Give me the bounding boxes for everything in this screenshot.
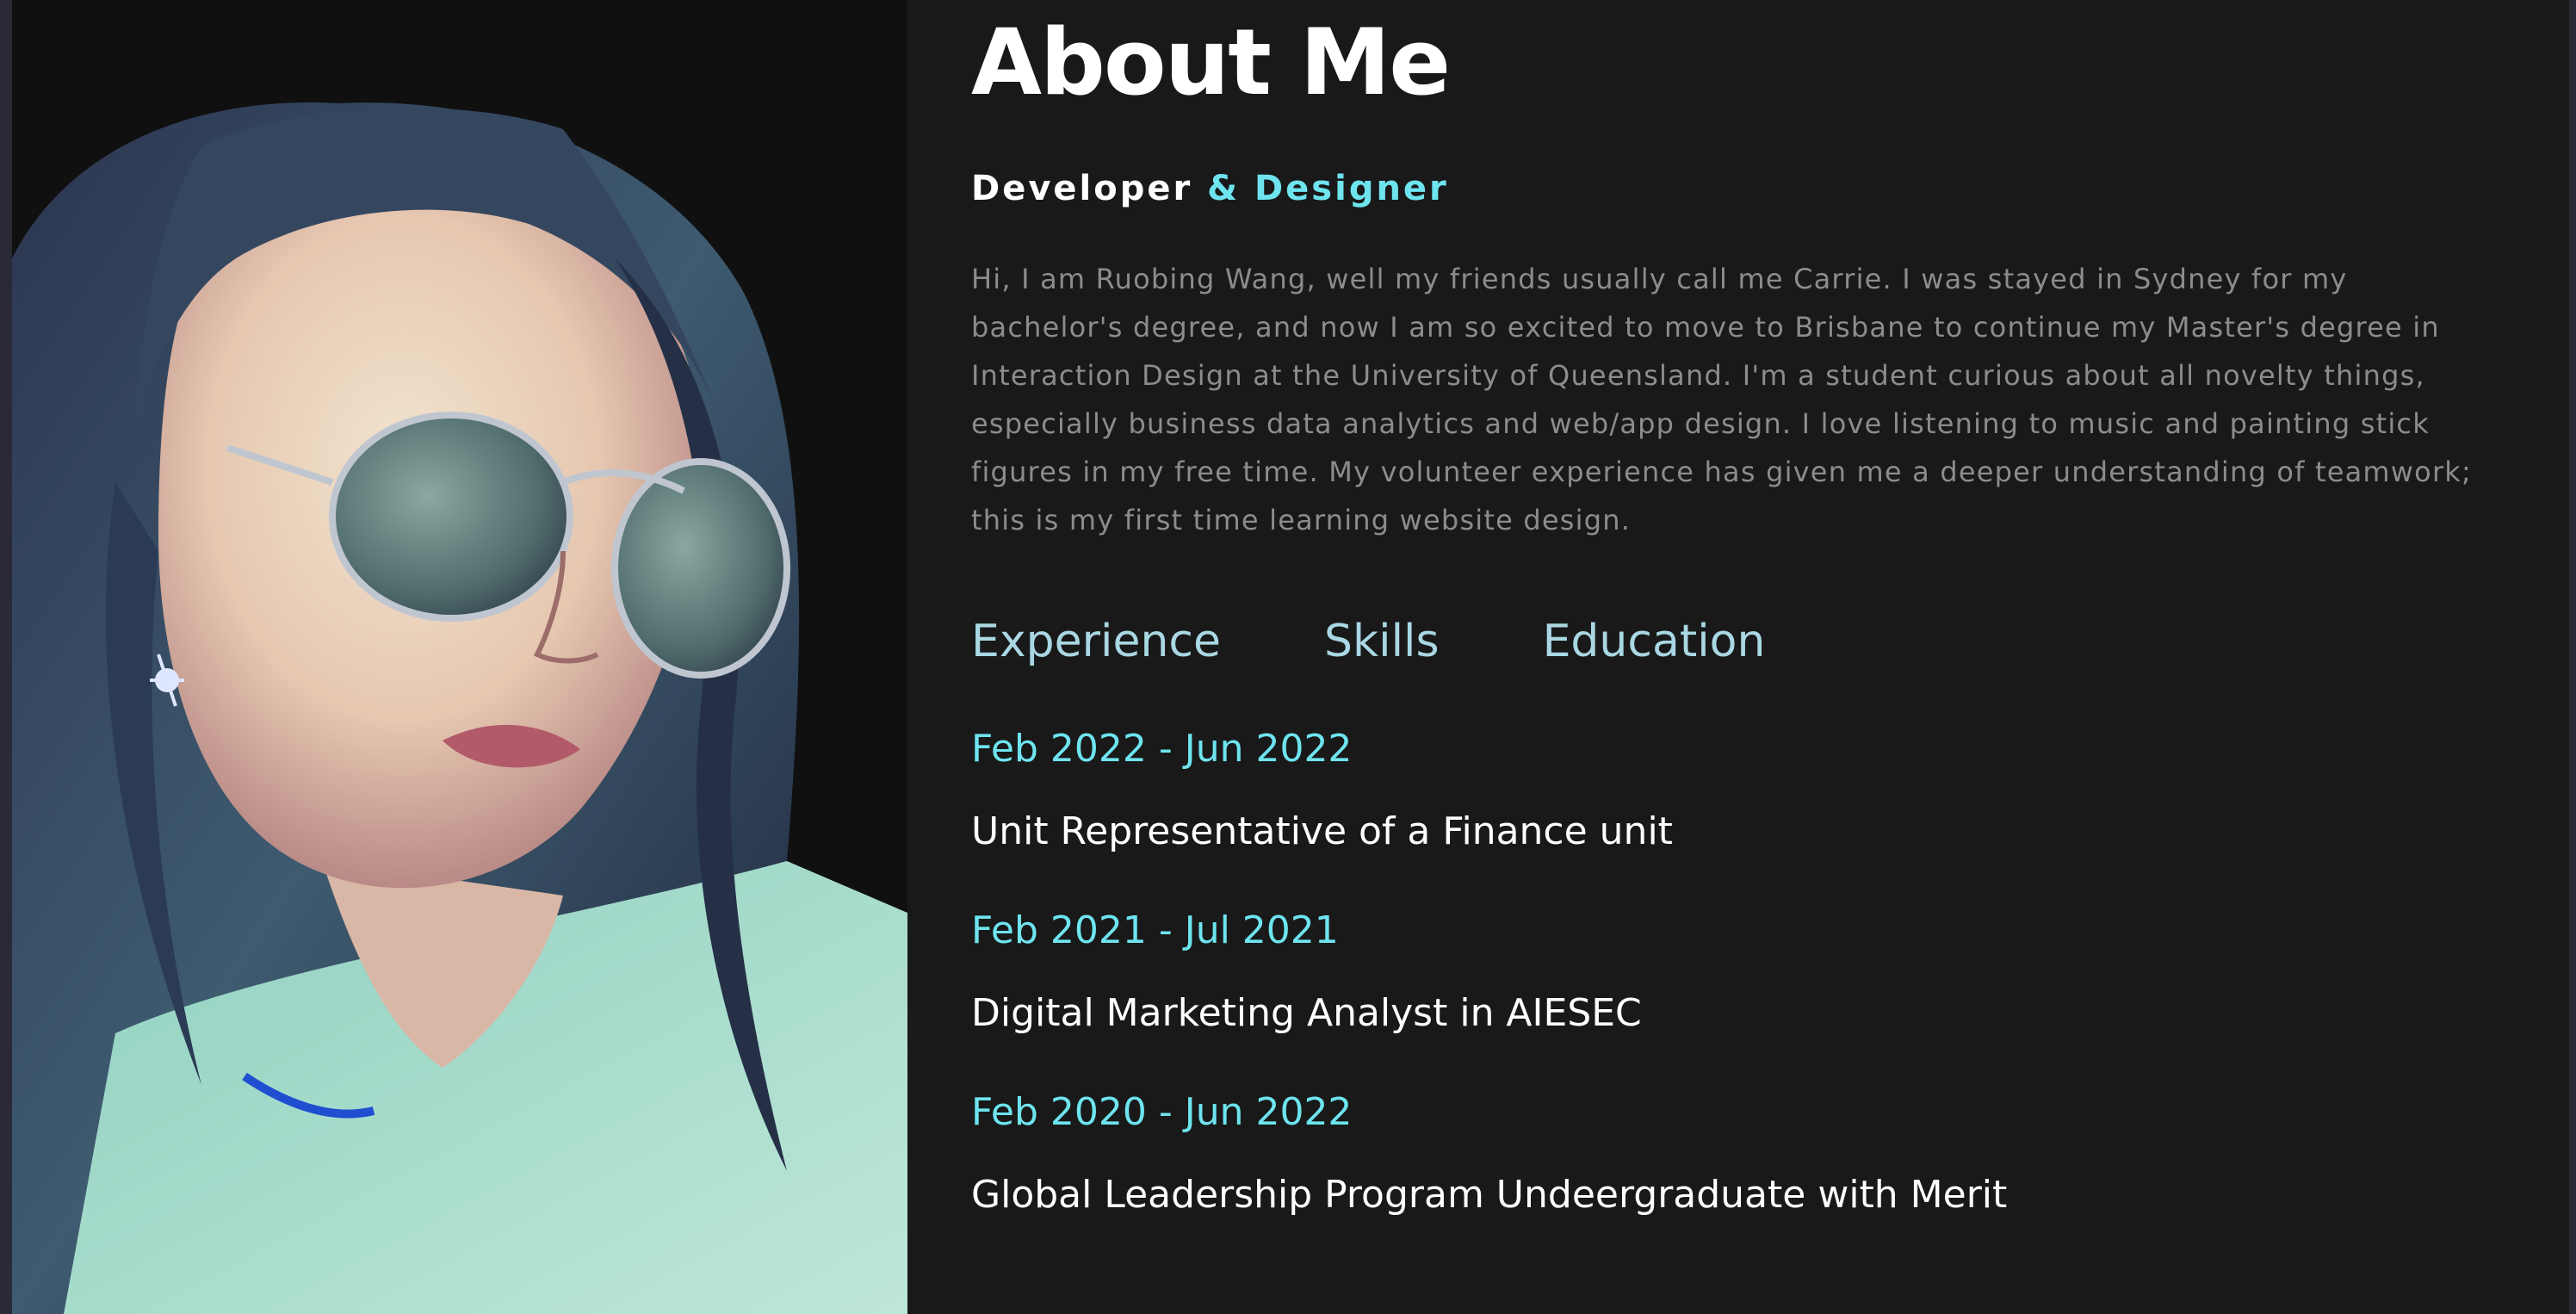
subtitle-accent: & Designer <box>1207 169 1449 208</box>
role-subtitle: Developer & Designer <box>971 169 1449 208</box>
window-edge-left <box>0 0 12 1314</box>
entry-role: Digital Marketing Analyst in AIESEC <box>971 991 1642 1035</box>
timeline-entry: Feb 2020 - Jun 2022 Global Leadership Pr… <box>971 1087 2504 1268</box>
about-page: About Me Developer & Designer Hi, I am R… <box>0 0 2576 1314</box>
entry-role: Global Leadership Program Undeergraduate… <box>971 1173 2008 1217</box>
entry-date: Feb 2020 - Jun 2022 <box>971 1090 1353 1134</box>
entry-date: Feb 2021 - Jul 2021 <box>971 908 1339 952</box>
tab-experience[interactable]: Experience <box>971 610 1221 673</box>
page-title: About Me <box>971 9 1451 115</box>
intro-paragraph: Hi, I am Ruobing Wang, well my friends u… <box>971 263 2473 536</box>
timeline-entry: Feb 2021 - Jul 2021 Digital Marketing An… <box>971 905 2504 1087</box>
entry-date: Feb 2022 - Jun 2022 <box>971 727 1353 771</box>
entry-role: Unit Representative of a Finance unit <box>971 809 1673 853</box>
profile-portrait <box>12 0 907 1314</box>
experience-timeline: Feb 2022 - Jun 2022 Unit Representative … <box>971 723 2504 1268</box>
about-content: About Me Developer & Designer Hi, I am R… <box>971 0 2521 1314</box>
window-edge-right <box>2569 0 2576 1314</box>
section-tabs: Experience Skills Education <box>971 610 1765 673</box>
tab-education[interactable]: Education <box>1543 610 1766 673</box>
tab-skills[interactable]: Skills <box>1324 610 1440 673</box>
timeline-entry: Feb 2022 - Jun 2022 Unit Representative … <box>971 723 2504 905</box>
subtitle-primary: Developer <box>971 169 1193 208</box>
